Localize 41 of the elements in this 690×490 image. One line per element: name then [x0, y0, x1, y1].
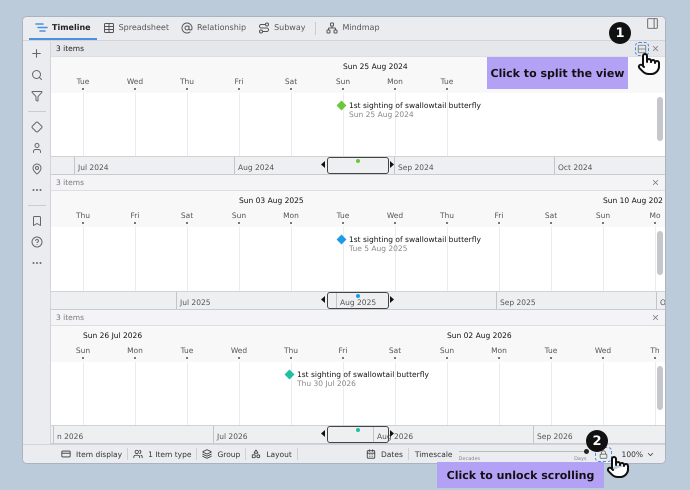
layers-icon — [202, 449, 212, 459]
right-arrow-icon[interactable] — [390, 296, 394, 303]
split-view-button[interactable] — [637, 44, 647, 54]
view-tab[interactable]: Spreadsheet — [96, 17, 175, 40]
users-icon — [133, 449, 144, 459]
scrollbar-thumb[interactable] — [657, 366, 663, 410]
table-icon — [102, 22, 115, 34]
at-sign-icon — [180, 22, 193, 34]
view-tab[interactable]: Subway — [252, 17, 312, 40]
calendar-icon — [366, 449, 376, 459]
viewport-window[interactable] — [327, 292, 389, 309]
close-icon[interactable] — [651, 312, 660, 322]
left-arrow-icon[interactable] — [321, 430, 325, 437]
map-pin-icon[interactable] — [30, 163, 42, 175]
left-arrow-icon[interactable] — [321, 161, 325, 168]
callout-label: Click to unlock scrolling — [437, 462, 604, 488]
search-icon[interactable] — [30, 69, 42, 81]
right-arrow-icon[interactable] — [390, 430, 394, 437]
card-icon — [61, 449, 71, 459]
close-icon[interactable] — [651, 178, 660, 188]
filter-icon[interactable] — [30, 90, 42, 102]
scrollbar-thumb[interactable] — [657, 97, 663, 141]
plus-icon[interactable] — [30, 47, 43, 60]
right-arrow-icon[interactable] — [390, 161, 394, 168]
left-arrow-icon[interactable] — [321, 296, 325, 303]
bookmark-icon[interactable] — [30, 215, 42, 227]
view-tab[interactable]: Mindmap — [320, 17, 386, 40]
shapes-icon — [251, 449, 262, 459]
viewport-window[interactable] — [327, 426, 389, 443]
help-icon[interactable] — [30, 236, 42, 248]
diamond-icon[interactable] — [30, 121, 42, 133]
user-icon[interactable] — [30, 142, 42, 154]
timeline-icon — [35, 22, 48, 33]
view-tab[interactable]: Relationship — [174, 17, 252, 40]
lock-icon[interactable] — [596, 448, 610, 460]
close-icon[interactable] — [651, 44, 660, 54]
callout-label: Click to split the view — [487, 57, 628, 89]
network-icon — [326, 22, 338, 34]
scrollbar-thumb[interactable] — [657, 231, 663, 276]
viewport-window[interactable] — [327, 157, 389, 174]
route-icon — [258, 22, 270, 34]
